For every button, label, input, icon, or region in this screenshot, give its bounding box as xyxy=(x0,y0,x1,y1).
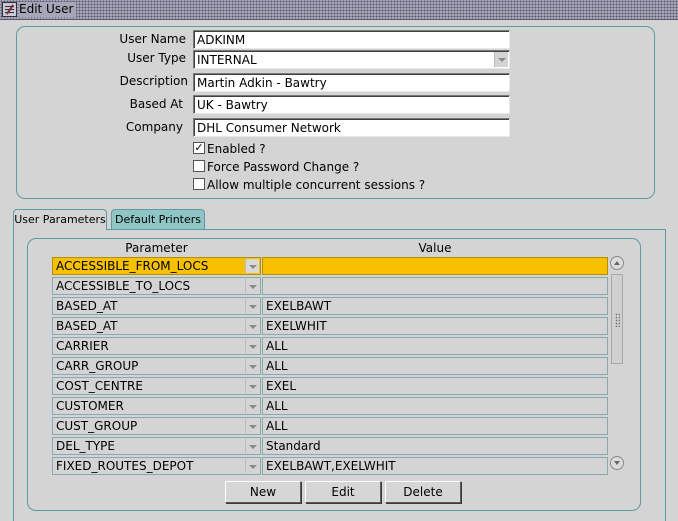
parameter-name: COST_CENTRE xyxy=(56,379,143,393)
tab-user-parameters[interactable]: User Parameters xyxy=(13,209,107,230)
description-label: Description xyxy=(119,74,188,88)
value-cell[interactable]: EXELBAWT xyxy=(262,297,608,315)
based-at-field[interactable]: UK - Bawtry xyxy=(193,95,510,114)
parameter-name: CUST_GROUP xyxy=(56,419,138,433)
parameter-dropdown-icon[interactable] xyxy=(245,339,259,353)
parameter-column-header: Parameter xyxy=(125,241,188,255)
parameters-scrollbar[interactable] xyxy=(609,256,625,471)
parameter-dropdown-icon[interactable] xyxy=(245,439,259,453)
user-type-value: INTERNAL xyxy=(197,53,257,67)
multi-sessions-checkbox[interactable] xyxy=(193,178,205,190)
value-cell[interactable]: EXEL xyxy=(262,377,608,395)
value-cell[interactable]: EXELBAWT,EXELWHIT xyxy=(262,457,608,475)
parameter-name: CARRIER xyxy=(56,339,109,353)
parameter-name: BASED_AT xyxy=(56,319,118,333)
parameter-cell[interactable]: CUST_GROUP xyxy=(52,417,261,435)
delete-button[interactable]: Delete xyxy=(385,481,461,503)
parameter-cell[interactable]: CARR_GROUP xyxy=(52,357,261,375)
parameter-cell[interactable]: ACCESSIBLE_FROM_LOCS xyxy=(52,257,261,275)
new-button[interactable]: New xyxy=(225,481,301,503)
multi-sessions-label: Allow multiple concurrent sessions ? xyxy=(207,178,426,192)
value-cell[interactable] xyxy=(262,257,608,275)
parameter-cell[interactable]: COST_CENTRE xyxy=(52,377,261,395)
parameter-name: FIXED_ROUTES_DEPOT xyxy=(56,459,194,473)
parameter-dropdown-icon[interactable] xyxy=(245,359,259,373)
parameter-cell[interactable]: BASED_AT xyxy=(52,317,261,335)
parameter-name: BASED_AT xyxy=(56,299,118,313)
check-mark-icon: ✓ xyxy=(194,141,204,154)
value-cell[interactable]: EXELWHIT xyxy=(262,317,608,335)
value-cell[interactable]: ALL xyxy=(262,397,608,415)
tab-default-printers[interactable]: Default Printers xyxy=(111,209,205,229)
force-password-label: Force Password Change ? xyxy=(207,160,360,174)
parameter-name: DEL_TYPE xyxy=(56,439,115,453)
user-name-field[interactable]: ADKINM xyxy=(193,30,510,49)
value-cell[interactable]: ALL xyxy=(262,417,608,435)
scroll-down-icon[interactable] xyxy=(610,456,624,470)
value-cell[interactable]: ALL xyxy=(262,357,608,375)
scroll-up-icon[interactable] xyxy=(610,256,624,270)
based-at-label: Based At xyxy=(129,97,183,111)
parameter-cell[interactable]: CUSTOMER xyxy=(52,397,261,415)
value-column-header: Value xyxy=(418,241,452,255)
user-type-select[interactable]: INTERNAL xyxy=(193,50,510,69)
parameter-dropdown-icon[interactable] xyxy=(245,279,259,293)
parameter-cell[interactable]: BASED_AT xyxy=(52,297,261,315)
parameter-cell[interactable]: CARRIER xyxy=(52,337,261,355)
company-label: Company xyxy=(125,120,183,134)
value-cell[interactable] xyxy=(262,277,608,295)
scroll-thumb[interactable] xyxy=(611,274,623,364)
scroll-grip-icon xyxy=(615,313,620,327)
enabled-label: Enabled ? xyxy=(207,142,266,156)
parameter-name: CARR_GROUP xyxy=(56,359,139,373)
parameter-cell[interactable]: FIXED_ROUTES_DEPOT xyxy=(52,457,261,475)
enabled-checkbox[interactable]: ✓ xyxy=(193,142,205,154)
company-field[interactable]: DHL Consumer Network xyxy=(193,118,510,137)
edit-button[interactable]: Edit xyxy=(305,481,381,503)
force-password-checkbox[interactable] xyxy=(193,160,205,172)
parameter-dropdown-icon[interactable] xyxy=(245,459,259,473)
user-type-dropdown-icon[interactable] xyxy=(494,52,508,67)
user-type-label: User Type xyxy=(127,51,186,65)
parameter-cell[interactable]: DEL_TYPE xyxy=(52,437,261,455)
parameter-dropdown-icon[interactable] xyxy=(245,419,259,433)
parameter-dropdown-icon[interactable] xyxy=(245,379,259,393)
parameter-cell[interactable]: ACCESSIBLE_TO_LOCS xyxy=(52,277,261,295)
window-title-bar[interactable]: Edit User xyxy=(0,0,678,20)
value-cell[interactable]: Standard xyxy=(262,437,608,455)
parameter-dropdown-icon[interactable] xyxy=(245,399,259,413)
parameter-name: CUSTOMER xyxy=(56,399,124,413)
user-name-label: User Name xyxy=(119,32,186,46)
app-icon[interactable] xyxy=(2,2,17,17)
parameter-dropdown-icon[interactable] xyxy=(245,259,259,273)
parameter-dropdown-icon[interactable] xyxy=(245,299,259,313)
parameter-name: ACCESSIBLE_TO_LOCS xyxy=(56,279,191,293)
parameter-name: ACCESSIBLE_FROM_LOCS xyxy=(56,259,209,273)
window-title: Edit User xyxy=(19,2,77,17)
parameter-dropdown-icon[interactable] xyxy=(245,319,259,333)
value-cell[interactable]: ALL xyxy=(262,337,608,355)
description-field[interactable]: Martin Adkin - Bawtry xyxy=(193,73,510,92)
